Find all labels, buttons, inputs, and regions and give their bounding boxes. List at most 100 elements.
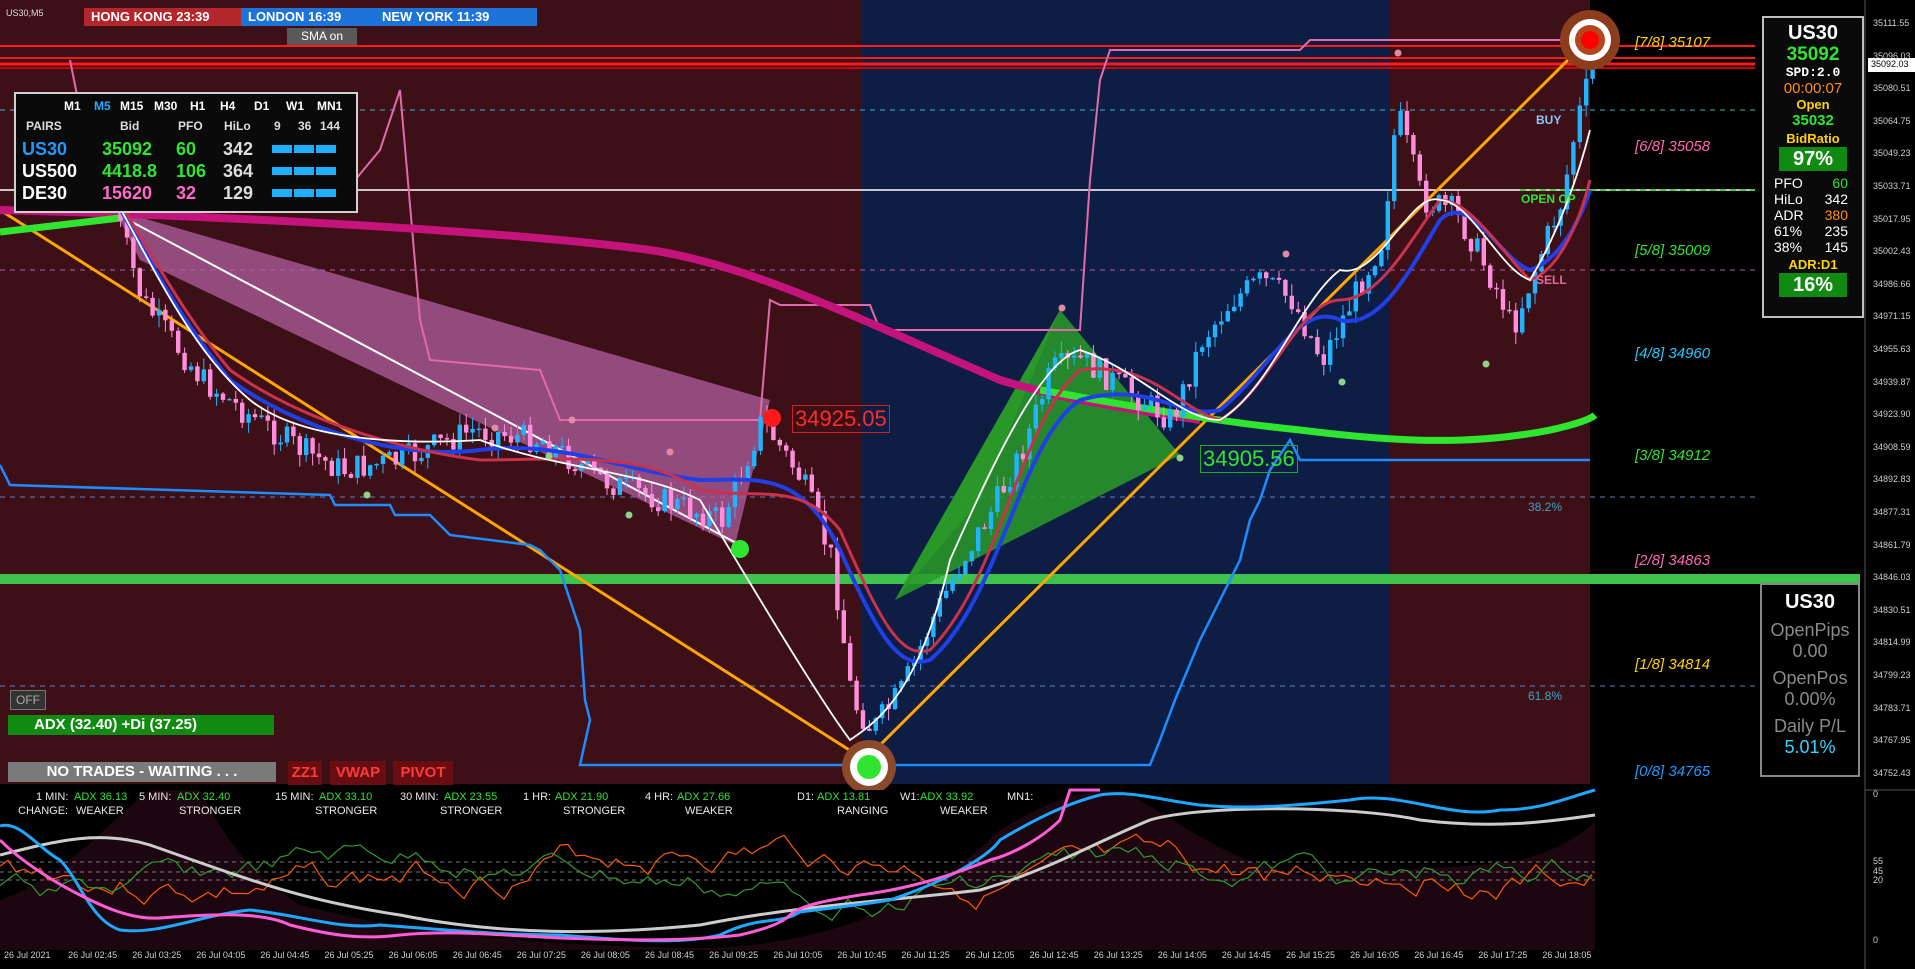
time-tick: 26 Jul 07:25 (516, 950, 566, 960)
timezone-label: LONDON 16:39 (241, 8, 385, 26)
open-pips-value: 0.00 (1792, 641, 1828, 661)
adx-strength-label: WEAKER (685, 805, 733, 817)
sell-signal-label: SELL (1536, 273, 1567, 287)
price-tick: 35033.71 (1873, 181, 1911, 191)
timeframe-button[interactable]: M15 (120, 99, 143, 113)
vwap-button[interactable]: VWAP (330, 761, 386, 785)
pair-pfo: 60 (176, 139, 197, 159)
adx-timeframe-label: W1: (900, 791, 920, 803)
no-trades-status: NO TRADES - WAITING . . . (8, 762, 276, 782)
target-top-icon (1560, 10, 1620, 70)
trend-bar (316, 189, 336, 197)
pair-symbol[interactable]: US30 (22, 139, 67, 160)
price-tick: 34923.90 (1873, 409, 1911, 420)
time-tick: 26 Jul 04:45 (260, 950, 310, 960)
price-tick: 34955.63 (1873, 344, 1911, 354)
murrey-level-label: [1/8] 34814 (1635, 656, 1711, 673)
time-tick: 26 Jul 14:45 (1221, 950, 1271, 960)
murrey-level-label: [5/8] 35009 (1635, 242, 1711, 259)
adx-timeframe-label: 1 MIN: (36, 791, 69, 803)
time-tick: 26 Jul 11:25 (901, 950, 950, 960)
time-tick: 26 Jul 10:45 (837, 950, 887, 960)
oscillator-tick: 55 (1873, 856, 1884, 866)
info-stat-row: ADR 380 (1764, 207, 1862, 223)
pairs-header: PAIRS Bid PFO HiLo 9 36 144 (20, 119, 350, 135)
open-pos-label: OpenPos (1772, 668, 1848, 688)
time-tick: 26 Jul 2021 (4, 950, 51, 960)
time-tick: 26 Jul 08:05 (580, 950, 630, 960)
daily-pl-label: Daily P/L (1773, 716, 1847, 736)
zz1-button[interactable]: ZZ1 (288, 761, 322, 785)
time-tick: 26 Jul 13:25 (1093, 950, 1143, 960)
adx-value: ADX 23.55 (444, 791, 498, 803)
price-tick: 34799.23 (1873, 670, 1911, 680)
open-pos-value: 0.00% (1784, 689, 1836, 709)
fib-38-label: 38.2% (1528, 500, 1563, 514)
pair-bid: 35092 (102, 139, 153, 159)
time-tick: 26 Jul 04:05 (196, 950, 246, 960)
adx-strength-label: WEAKER (940, 805, 988, 817)
sma-toggle-button[interactable]: SMA on (287, 28, 357, 45)
symbol-caption: US30,M5 (6, 8, 44, 18)
adx-timeframe-label: 4 HR: (645, 791, 674, 803)
oscillator-tick: 0 (1873, 789, 1879, 799)
oscillator-tick: 20 (1873, 875, 1884, 885)
price-tick: 35049.23 (1873, 148, 1911, 159)
timezone-label: HONG KONG 23:39 (84, 8, 250, 26)
timeframe-button[interactable]: MN1 (317, 99, 342, 113)
adx-value: ADX 27.66 (677, 791, 731, 803)
open-pips-label: OpenPips (1770, 620, 1850, 640)
pair-symbol[interactable]: DE30 (22, 183, 67, 204)
trend-bar (316, 167, 336, 175)
pair-pfo: 32 (176, 183, 197, 203)
adx-strength-label: STRONGER (563, 805, 626, 817)
adx-value: ADX 32.40 (177, 791, 231, 803)
pair-bid: 4418.8 (102, 161, 158, 181)
adx-timeframe-label: MN1: (1007, 791, 1034, 803)
price-tick: 34877.31 (1873, 507, 1911, 517)
trend-bar (316, 145, 336, 153)
pairs-column-header: 36 (298, 119, 312, 133)
info-stat-key: ADR (1774, 207, 1804, 223)
pairs-column-header: 144 (320, 119, 341, 133)
adx-timeframe-label: 30 MIN: (400, 791, 439, 803)
adx-timeframe-label: 5 MIN: (139, 791, 172, 803)
price-tick: 34908.59 (1873, 441, 1911, 452)
timeframe-button[interactable]: D1 (254, 99, 269, 113)
pair-symbol[interactable]: US500 (22, 161, 77, 182)
info-stat-row: HiLo 342 (1764, 191, 1862, 207)
adx-value: ADX 21.90 (555, 791, 609, 803)
pair-hilo: 129 (223, 183, 254, 203)
change-label: CHANGE: (18, 805, 69, 817)
trend-bar (294, 145, 314, 153)
target-bottom-icon (842, 740, 896, 794)
time-tick: 26 Jul 18:05 (1542, 950, 1592, 960)
timeframe-button[interactable]: H4 (220, 99, 235, 113)
timeframe-button[interactable]: H1 (190, 99, 205, 113)
adx-timeframe-label: 1 HR: (523, 791, 552, 803)
trend-bar (294, 189, 314, 197)
symbol-info-panel: US30 35092 SPD:2.0 00:00:07 Open 35032 B… (1762, 16, 1864, 318)
price-tick: 35002.43 (1873, 246, 1911, 257)
timeframe-button[interactable]: M1 (64, 99, 81, 113)
pivot-button[interactable]: PIVOT (393, 761, 453, 785)
timeframe-button[interactable]: M30 (154, 99, 177, 113)
adx-value: ADX 36.13 (74, 791, 128, 803)
time-tick: 26 Jul 12:05 (965, 950, 1015, 960)
info-open-value: 35032 (1792, 112, 1834, 129)
pairs-column-header: Bid (120, 119, 140, 133)
off-button[interactable]: OFF (10, 690, 46, 710)
adx-strength-label: WEAKER (76, 805, 124, 817)
adx-status-bar: ADX (32.40) +Di (37.25) (8, 715, 274, 735)
price-tick: 34971.15 (1873, 311, 1911, 322)
info-bidratio-value: 97% (1779, 147, 1847, 171)
pl-panel: US30 OpenPips 0.00 OpenPos 0.00% Daily P… (1760, 583, 1860, 777)
info-stat-value: 60 (1832, 175, 1848, 191)
timeframe-button[interactable]: M5 (94, 99, 111, 113)
trend-bar (272, 167, 292, 175)
timeframe-button[interactable]: W1 (286, 99, 304, 113)
info-stat-key: 38% (1774, 239, 1803, 255)
time-tick: 26 Jul 05:25 (324, 950, 374, 960)
price-tick: 35017.95 (1873, 213, 1911, 224)
pairs-column-header: PFO (178, 119, 203, 133)
